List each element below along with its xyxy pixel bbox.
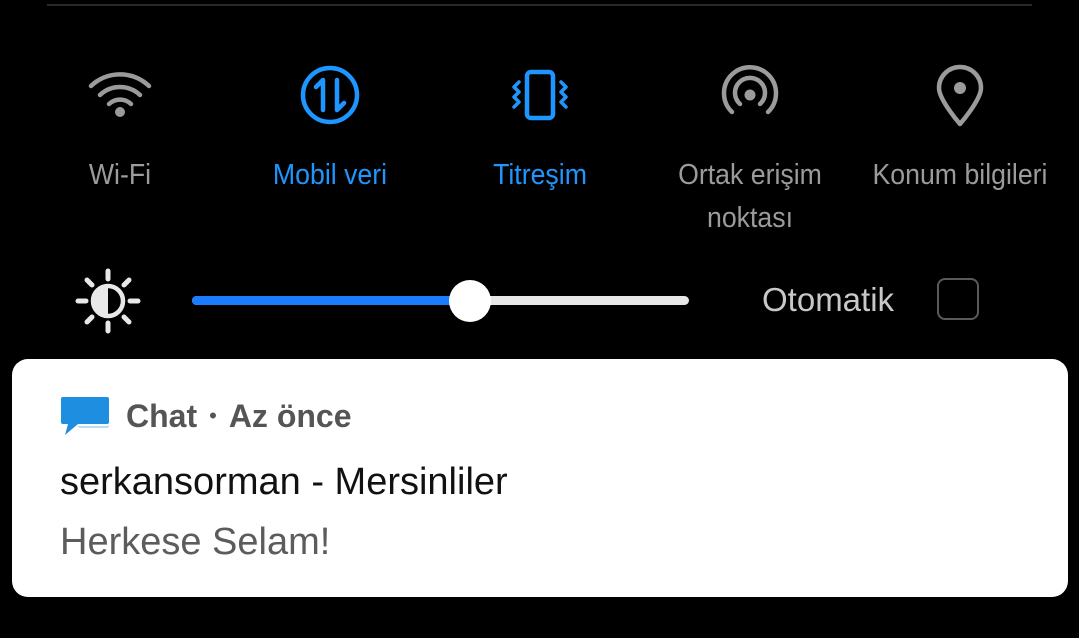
brightness-slider-thumb[interactable] [449,280,491,322]
auto-brightness-checkbox[interactable] [937,278,979,320]
tile-mobile-data[interactable]: Mobil veri [225,60,435,240]
hotspot-icon [721,64,779,115]
brightness-slider-fill [192,296,470,305]
chat-bubble-icon [61,397,109,435]
tile-location-label: Konum bilgileri [872,159,1048,191]
tile-hotspot[interactable]: Ortak erişim noktası [645,60,855,240]
brightness-slider[interactable] [192,280,689,322]
brightness-row: Otomatik [0,268,1079,338]
chat-notification[interactable]: Chat • Az önce serkansorman - Mersinlile… [12,359,1068,597]
top-divider [47,4,1032,6]
notification-app-name: Chat [126,397,198,434]
tile-vibration-label: Titreşim [493,159,587,191]
mobile-data-icon [300,65,360,125]
tile-mobile-data-label: Mobil veri [272,159,388,191]
vibrate-icon [512,69,568,121]
tile-vibration[interactable]: Titreşim [435,60,645,240]
brightness-icon [75,268,141,334]
notification-time: Az önce [228,397,352,434]
notification-text: Herkese Selam! [60,521,331,563]
tile-wifi-label: Wi-Fi [88,159,152,191]
tile-location[interactable]: Konum bilgileri [855,60,1065,240]
notification-title: serkansorman - Mersinliler [60,461,508,503]
notification-separator: • [209,403,217,428]
quick-settings-panel: Wi-Fi Mobil veri Titreşim Ortak erişim n… [0,60,1079,250]
location-pin-icon [936,64,984,127]
notification-header: Chat • Az önce [60,395,352,437]
wifi-icon [88,72,152,117]
auto-brightness-label: Otomatik [762,281,895,318]
tile-hotspot-label: Ortak erişim noktası [678,159,822,234]
tile-wifi[interactable]: Wi-Fi [15,60,225,240]
